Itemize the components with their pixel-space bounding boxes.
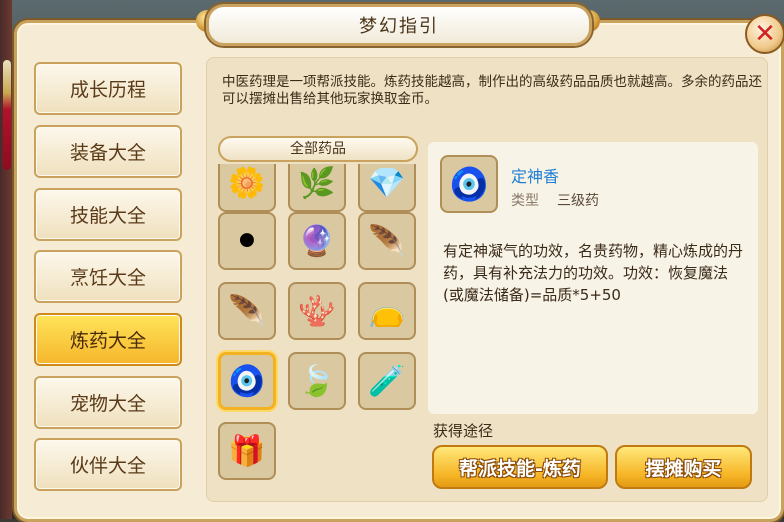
pink-orb-icon: 🔮 <box>298 223 336 259</box>
item-slot-crystal-leaf[interactable]: 💎 <box>358 164 416 212</box>
item-slot-yellow-root[interactable]: 🌿 <box>288 164 346 212</box>
yellow-root-icon: 🌿 <box>298 165 336 201</box>
intro-text: 中医药理是一项帮派技能。炼药技能越高，制作出的高级药品品质也就越高。多余的药品还… <box>222 74 762 107</box>
item-slot-red-feather[interactable]: 🪶 <box>218 282 276 340</box>
nav-item-alchemy[interactable]: 炼药大全 <box>34 313 182 366</box>
item-slot-pink-coral[interactable]: 🪸 <box>288 282 346 340</box>
nav-item-pets[interactable]: 宠物大全 <box>34 376 182 429</box>
black-pill-icon: ⚫ <box>234 223 260 259</box>
incense-pot-icon: 🧿 <box>228 363 266 399</box>
nav-item-growth[interactable]: 成长历程 <box>34 62 182 115</box>
red-pouch-icon: 👝 <box>368 293 406 329</box>
item-slot-open-box[interactable]: 🎁 <box>218 422 276 480</box>
item-slot-green-leaf-beads[interactable]: 🍃 <box>288 352 346 410</box>
item-grid[interactable]: 🌼 🌿 💎 ⚫ 🔮 🪶 🪶 🪸 👝 🧿 🍃 🧪 🎁 <box>214 164 421 494</box>
item-slot-red-pouch[interactable]: 👝 <box>358 282 416 340</box>
open-box-icon: 🎁 <box>228 433 266 469</box>
item-type-label: 类型 <box>511 193 539 209</box>
item-slot-peacock-feather[interactable]: 🪶 <box>358 212 416 270</box>
blue-potion-icon: 🧪 <box>368 363 406 399</box>
nav-item-partners[interactable]: 伙伴大全 <box>34 438 182 491</box>
item-type-value: 三级药 <box>557 193 599 209</box>
close-button[interactable]: ✕ <box>745 14 784 54</box>
nav-item-cooking[interactable]: 烹饪大全 <box>34 250 182 303</box>
peacock-feather-icon: 🪶 <box>368 223 406 259</box>
green-leaf-beads-icon: 🍃 <box>298 363 336 399</box>
item-description: 有定神凝气的功效，名贵药物，精心炼成的丹药，具有补充法力的功效。功效：恢复魔法(… <box>443 242 744 304</box>
pink-coral-icon: 🪸 <box>298 293 336 329</box>
stall-buy-button[interactable]: 摆摊购买 <box>615 445 752 489</box>
guild-skill-alchemy-button[interactable]: 帮派技能-炼药 <box>432 445 608 489</box>
nav-item-skills[interactable]: 技能大全 <box>34 188 182 241</box>
item-slot-black-pill[interactable]: ⚫ <box>218 212 276 270</box>
crystal-leaf-icon: 💎 <box>368 165 406 201</box>
flower-herb-icon: 🌼 <box>228 165 266 201</box>
tassel-ornament <box>3 60 11 170</box>
item-slot-blue-potion[interactable]: 🧪 <box>358 352 416 410</box>
obtain-label: 获得途径 <box>433 422 494 440</box>
detail-item-icon: 🧿 <box>440 155 498 213</box>
red-feather-icon: 🪶 <box>228 293 266 329</box>
incense-pot-icon: 🧿 <box>449 165 489 203</box>
item-slot-pink-orb[interactable]: 🔮 <box>288 212 346 270</box>
category-header[interactable]: 全部药品 <box>218 136 418 162</box>
item-name: 定神香 <box>511 167 560 186</box>
nav-item-equipment[interactable]: 装备大全 <box>34 125 182 178</box>
item-slot-incense-pot[interactable]: 🧿 <box>218 352 276 410</box>
window-title: 梦幻指引 <box>359 16 439 37</box>
close-icon: ✕ <box>754 19 776 49</box>
item-slot-flower-herb[interactable]: 🌼 <box>218 164 276 212</box>
title-bar: 梦幻指引 <box>206 4 592 46</box>
